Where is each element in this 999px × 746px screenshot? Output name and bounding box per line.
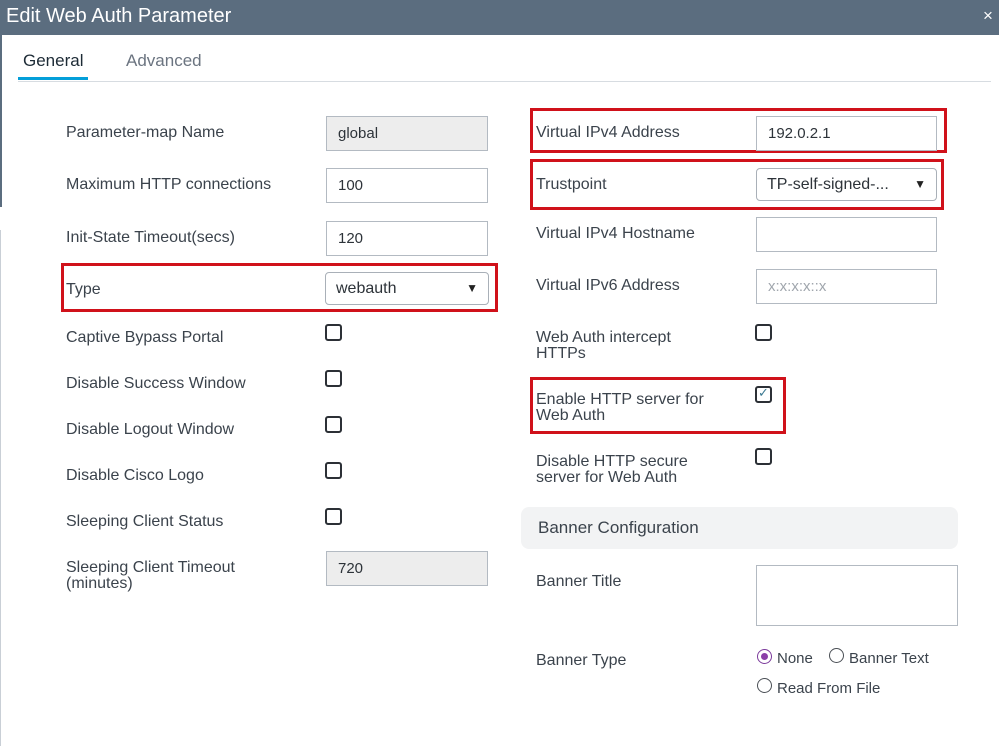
virtual-ipv4-hostname-field[interactable] xyxy=(756,217,937,252)
virtual-ipv4-hostname-label: Virtual IPv4 Hostname xyxy=(536,225,695,242)
max-http-connections-field[interactable] xyxy=(326,168,488,203)
tab-general[interactable]: General xyxy=(23,51,83,71)
sleeping-client-timeout-label-unit: (minutes) xyxy=(66,575,133,592)
close-icon[interactable]: × xyxy=(983,7,997,24)
banner-type-banner-text-radio[interactable] xyxy=(829,648,844,663)
init-state-timeout-label: Init-State Timeout(secs) xyxy=(66,229,235,246)
enable-http-server-label: Enable HTTP server for xyxy=(536,391,704,408)
enable-http-server-label-line2: Web Auth xyxy=(536,407,606,424)
disable-success-window-checkbox[interactable] xyxy=(325,370,342,387)
type-select[interactable]: webauth ▼ xyxy=(325,272,489,305)
virtual-ipv6-address-field[interactable] xyxy=(756,269,937,304)
check-icon: ✓ xyxy=(758,385,769,400)
disable-http-secure-server-label-line2: server for Web Auth xyxy=(536,469,678,486)
left-edge-divider xyxy=(0,35,2,207)
init-state-timeout-field[interactable] xyxy=(326,221,488,256)
active-tab-indicator xyxy=(18,77,88,80)
web-auth-intercept-https-checkbox[interactable] xyxy=(755,324,772,341)
max-http-connections-label: Maximum HTTP connections xyxy=(66,176,272,193)
web-auth-intercept-https-label: Web Auth intercept xyxy=(536,329,671,346)
dropdown-icon: ▼ xyxy=(914,177,926,191)
sleeping-client-status-label: Sleeping Client Status xyxy=(66,513,224,530)
virtual-ipv6-address-label: Virtual IPv6 Address xyxy=(536,277,680,294)
banner-type-read-from-file-label[interactable]: Read From File xyxy=(777,681,880,696)
disable-logout-window-checkbox[interactable] xyxy=(325,416,342,433)
banner-title-label: Banner Title xyxy=(536,573,622,590)
disable-logout-window-label: Disable Logout Window xyxy=(66,421,235,438)
captive-bypass-portal-checkbox[interactable] xyxy=(325,324,342,341)
trustpoint-select-value: TP-self-signed-... xyxy=(767,176,889,193)
virtual-ipv4-address-field[interactable] xyxy=(756,116,937,151)
tab-advanced[interactable]: Advanced xyxy=(126,51,202,71)
parameter-map-name-label: Parameter-map Name xyxy=(66,124,225,141)
enable-http-server-checkbox[interactable]: ✓ xyxy=(755,385,772,403)
trustpoint-select[interactable]: TP-self-signed-... ▼ xyxy=(756,168,937,201)
banner-type-none-radio[interactable] xyxy=(757,649,772,664)
trustpoint-label: Trustpoint xyxy=(536,176,607,193)
banner-type-read-from-file-radio[interactable] xyxy=(757,678,772,693)
dialog-titlebar: Edit Web Auth Parameter × xyxy=(0,0,999,35)
disable-cisco-logo-label: Disable Cisco Logo xyxy=(66,467,204,484)
disable-http-secure-server-label: Disable HTTP secure xyxy=(536,453,688,470)
banner-configuration-title: Banner Configuration xyxy=(538,518,699,537)
disable-cisco-logo-checkbox[interactable] xyxy=(325,462,342,479)
sleeping-client-timeout-label: Sleeping Client Timeout xyxy=(66,559,235,576)
dialog-title: Edit Web Auth Parameter xyxy=(6,5,232,27)
parameter-map-name-field[interactable] xyxy=(326,116,488,151)
left-edge-divider-lower xyxy=(0,230,1,746)
virtual-ipv4-address-label: Virtual IPv4 Address xyxy=(536,124,680,141)
sleeping-client-timeout-field[interactable] xyxy=(326,551,488,586)
captive-bypass-portal-label: Captive Bypass Portal xyxy=(66,329,224,346)
banner-type-banner-text-label[interactable]: Banner Text xyxy=(849,651,929,666)
banner-title-textarea[interactable] xyxy=(756,565,958,626)
disable-success-window-label: Disable Success Window xyxy=(66,375,246,392)
dropdown-icon: ▼ xyxy=(466,281,478,295)
banner-type-none-label[interactable]: None xyxy=(777,651,813,666)
banner-type-label: Banner Type xyxy=(536,652,627,669)
tab-bar: General Advanced xyxy=(18,36,991,82)
banner-configuration-header: Banner Configuration xyxy=(521,507,958,549)
type-label: Type xyxy=(66,281,101,298)
sleeping-client-status-checkbox[interactable] xyxy=(325,508,342,525)
disable-http-secure-server-checkbox[interactable] xyxy=(755,448,772,465)
web-auth-intercept-https-label-line2: HTTPs xyxy=(536,345,586,362)
type-select-value: webauth xyxy=(336,280,397,297)
